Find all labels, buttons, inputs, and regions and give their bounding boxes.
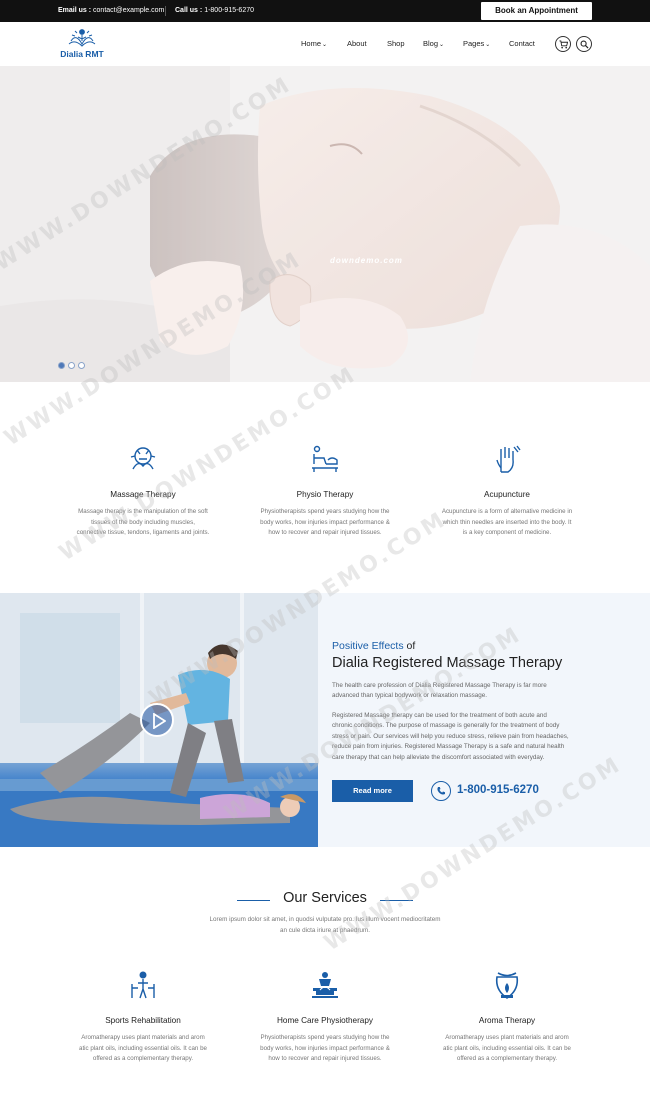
logo-text: Dialia RMT	[60, 49, 104, 59]
top-bar: Email us : contact@example.com Call us :…	[0, 0, 650, 22]
nav-shop[interactable]: Shop	[387, 39, 405, 48]
service-text: Aromatherapy uses plant materials and ar…	[79, 1034, 207, 1062]
feature-title: Physio Therapy	[296, 490, 354, 499]
phone-handset-icon	[437, 787, 445, 795]
nav-contact[interactable]: Contact	[509, 39, 535, 48]
phone-number[interactable]: 1-800-915-6270	[457, 784, 539, 796]
service-title: Aroma Therapy	[478, 1016, 536, 1025]
play-video-button[interactable]	[140, 703, 174, 737]
service-aroma-therapy[interactable]: Aroma Therapy Aromatherapy uses plant ma…	[422, 970, 592, 1065]
feature-title: Massage Therapy	[110, 490, 176, 499]
topbar-divider	[165, 6, 166, 16]
slider-dot-2[interactable]	[68, 362, 75, 369]
feature-text: Physiotherapists spend years studying ho…	[260, 508, 390, 536]
nav-home[interactable]: Home⌄	[301, 39, 327, 48]
call-contact[interactable]: Call us : 1-800-915-6270	[175, 7, 254, 14]
title-line-right	[380, 900, 413, 901]
service-text: Physiotherapists spend years studying ho…	[260, 1034, 390, 1062]
feature-text: Acupuncture is a form of alternative med…	[441, 508, 573, 536]
nav-pages-label: Pages	[463, 39, 485, 48]
therapy-bed-icon	[312, 445, 338, 472]
aroma-lamp-icon	[495, 972, 519, 999]
slider-dot-1[interactable]	[58, 362, 65, 369]
physio-video-thumbnail[interactable]	[0, 593, 318, 847]
service-sports-rehabilitation[interactable]: Sports Rehabilitation Aromatherapy uses …	[58, 970, 228, 1065]
cart-icon	[559, 40, 568, 49]
chevron-down-icon: ⌄	[485, 42, 491, 48]
services-title: Our Services	[283, 890, 367, 906]
email-value[interactable]: contact@example.com	[93, 7, 164, 14]
feature-text: Massage therapy is the manipulation of t…	[76, 508, 210, 536]
search-button[interactable]	[576, 36, 592, 52]
about-subtitle: Positive Effects of	[332, 640, 415, 652]
call-label: Call us :	[175, 7, 203, 14]
feature-massage-therapy[interactable]: Massage Therapy Massage therapy is the m…	[58, 444, 228, 539]
nav-about-label: About	[347, 39, 367, 48]
play-icon	[153, 713, 166, 729]
service-home-care-physiotherapy[interactable]: Home Care Physiotherapy Physiotherapists…	[240, 970, 410, 1065]
hero-massage-image	[0, 66, 650, 382]
logo[interactable]: Dialia RMT	[56, 27, 108, 61]
nav-blog-label: Blog	[423, 39, 439, 48]
about-title: Dialia Registered Massage Therapy	[332, 655, 563, 671]
nav-about[interactable]: About	[347, 39, 367, 48]
hero-slider[interactable]: downdemo.com	[0, 66, 650, 382]
lotus-logo-icon	[68, 29, 96, 47]
book-appointment-button[interactable]: Book an Appointment	[481, 2, 592, 20]
about-paragraph-1: The health care profession of Dialia Reg…	[332, 682, 547, 700]
phone-icon[interactable]	[431, 781, 451, 801]
read-more-button[interactable]: Read more	[332, 780, 413, 802]
nav-contact-label: Contact	[509, 39, 535, 48]
service-text: Aromatherapy uses plant materials and ar…	[443, 1034, 571, 1062]
about-subtitle-highlight: Positive Effects	[332, 640, 404, 652]
nav-blog[interactable]: Blog⌄	[423, 39, 444, 48]
about-paragraph-2: Registered Massage therapy can be used f…	[332, 712, 569, 761]
acupuncture-hand-icon	[496, 445, 521, 473]
feature-acupuncture[interactable]: Acupuncture Acupuncture is a form of alt…	[422, 444, 592, 539]
chevron-down-icon: ⌄	[439, 42, 445, 48]
home-physio-icon	[312, 972, 338, 998]
cart-button[interactable]	[555, 36, 571, 52]
email-contact[interactable]: Email us : contact@example.com	[58, 7, 164, 14]
slider-dot-3[interactable]	[78, 362, 85, 369]
nav-shop-label: Shop	[387, 39, 405, 48]
feature-title: Acupuncture	[484, 490, 530, 499]
massage-hands-icon	[130, 447, 156, 470]
service-title: Home Care Physiotherapy	[276, 1016, 374, 1025]
feature-physio-therapy[interactable]: Physio Therapy Physiotherapists spend ye…	[240, 444, 410, 539]
hero-watermark: downdemo.com	[330, 256, 403, 265]
chevron-down-icon: ⌄	[322, 42, 328, 48]
search-icon	[580, 40, 589, 49]
call-value[interactable]: 1-800-915-6270	[204, 7, 254, 14]
about-subtitle-rest: of	[403, 640, 416, 652]
service-title: Sports Rehabilitation	[105, 1016, 181, 1025]
nav-home-label: Home	[301, 39, 322, 48]
rehab-icon	[131, 971, 155, 999]
services-description: Lorem ipsum dolor sit amet, in quodsi vu…	[209, 916, 441, 934]
email-label: Email us :	[58, 7, 92, 14]
header: Dialia RMT Home⌄ About Shop Blog⌄ Pages⌄…	[0, 22, 650, 66]
nav-pages[interactable]: Pages⌄	[463, 39, 490, 48]
